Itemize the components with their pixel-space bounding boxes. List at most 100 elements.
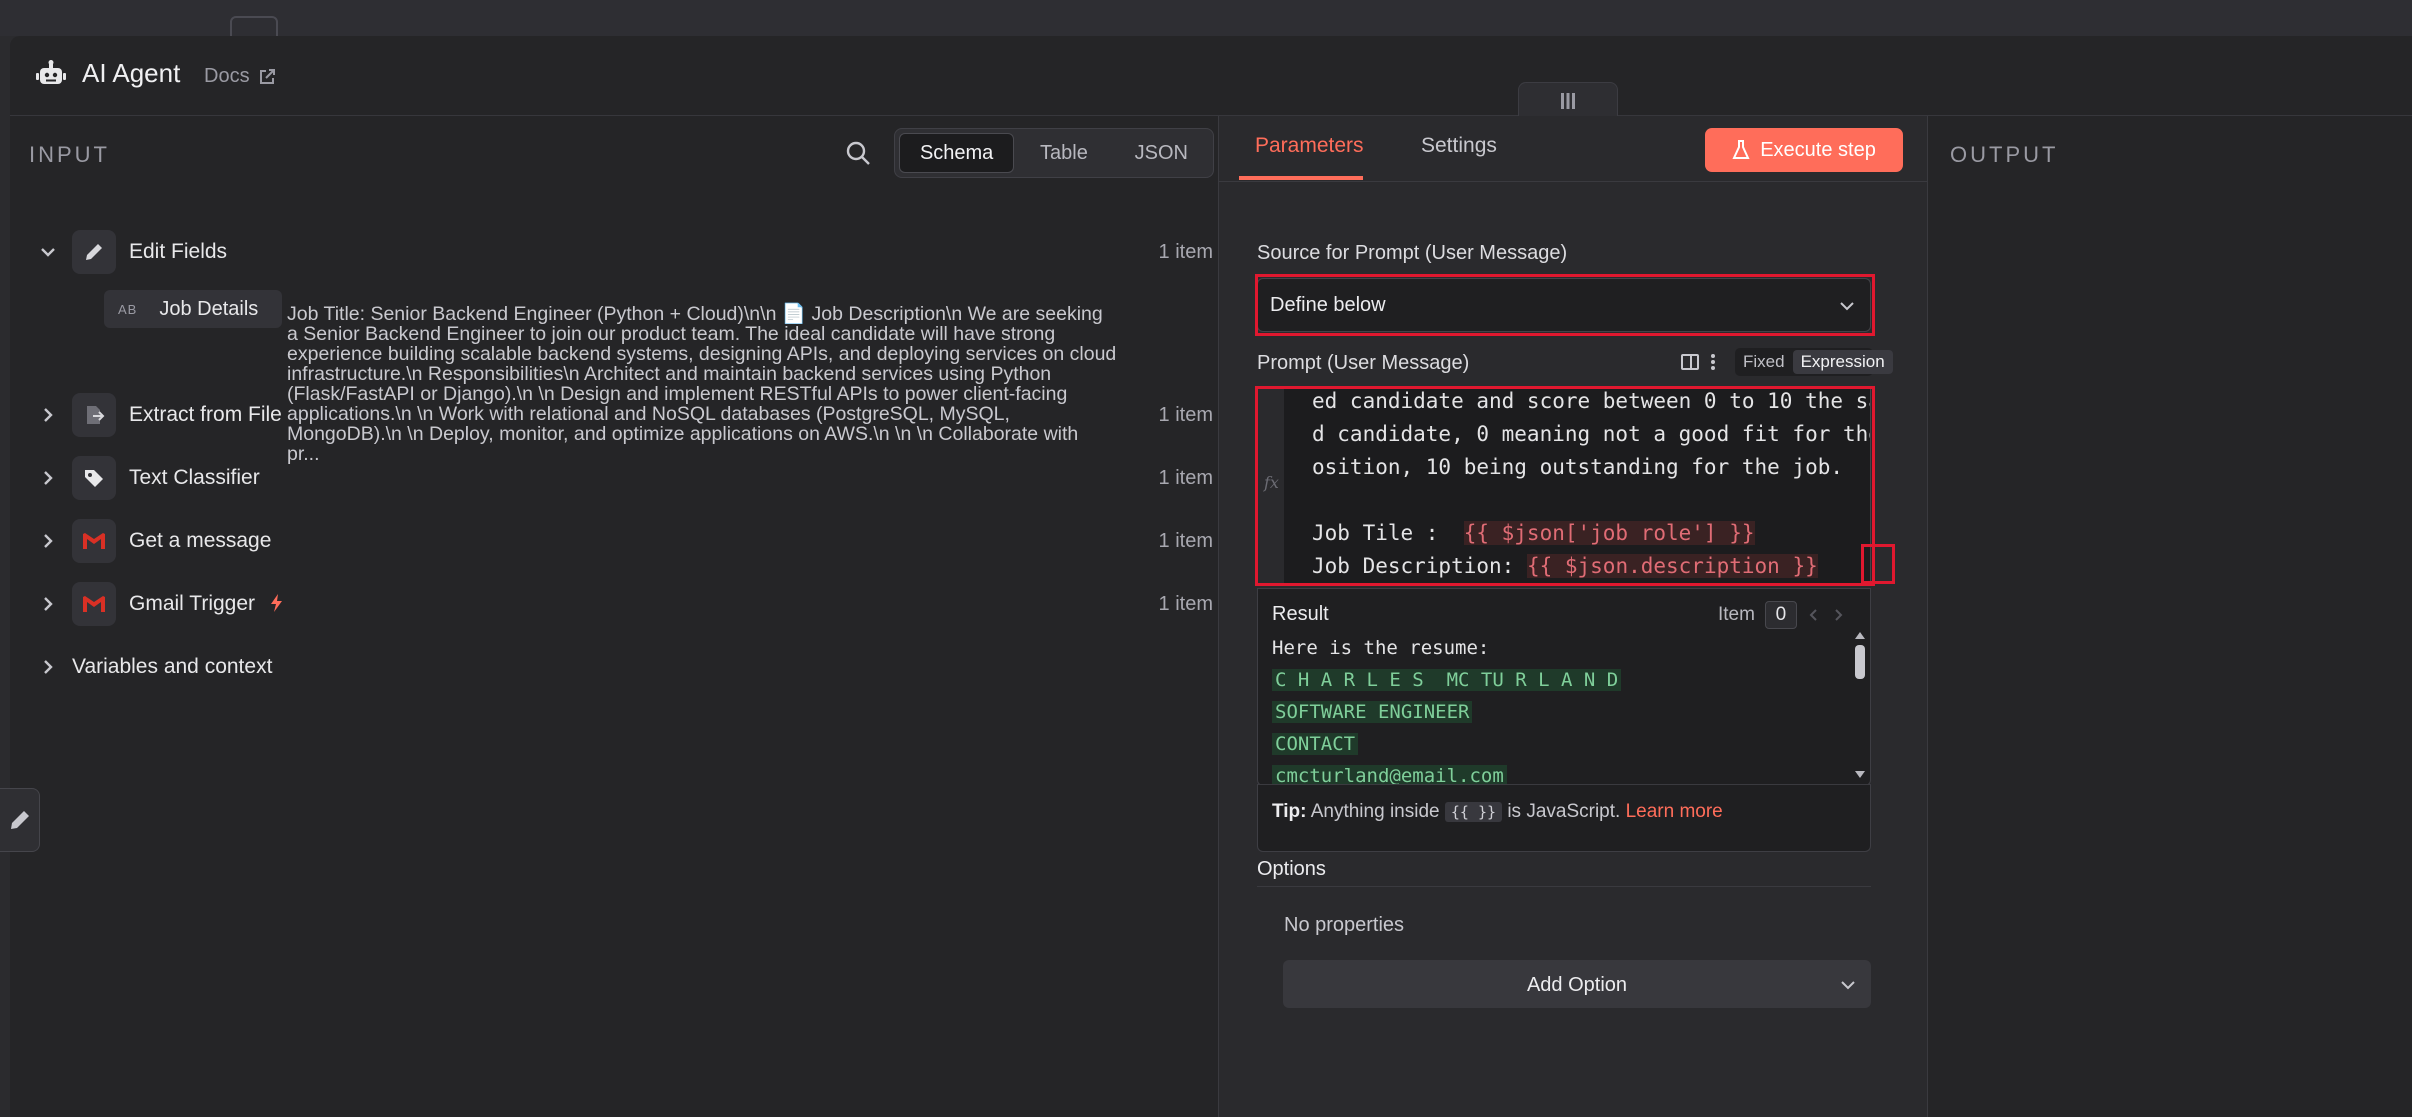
external-link-icon	[259, 68, 275, 84]
chevron-down-icon[interactable]	[38, 242, 58, 262]
result-line: CONTACT	[1272, 733, 1359, 755]
output-panel: OUTPUT	[1928, 116, 2412, 1117]
source-field-label: Source for Prompt (User Message)	[1257, 242, 1568, 264]
node-title[interactable]: AI Agent	[82, 58, 180, 89]
result-line: SOFTWARE ENGINEER	[1272, 701, 1473, 723]
result-line: Here is the resume:	[1272, 637, 1490, 659]
item-count: 1 item	[1158, 466, 1213, 489]
code-line: osition, 10 being outstanding for the jo…	[1312, 455, 1844, 479]
tip-bar: Tip: Anything inside {{ }} is JavaScript…	[1257, 784, 1871, 852]
value-line: experience building scalable backend sys…	[287, 343, 1117, 365]
chevron-right-icon[interactable]	[38, 594, 58, 614]
code-line: Job Tile : {{ $json['job role'] }}	[1312, 521, 1755, 545]
result-scrollbar[interactable]	[1852, 625, 1868, 785]
code-line: d candidate, 0 meaning not a good fit fo…	[1312, 422, 1871, 446]
input-panel-label: INPUT	[29, 142, 110, 167]
item-count: 1 item	[1158, 529, 1213, 552]
execute-step-label: Execute step	[1760, 138, 1876, 161]
add-option-button[interactable]: Add Option	[1283, 960, 1871, 1008]
chevron-left-icon[interactable]	[1807, 607, 1821, 623]
tip-body: Anything inside	[1310, 801, 1440, 822]
docs-link[interactable]: Docs	[204, 65, 276, 88]
active-tab-indicator	[1239, 176, 1363, 180]
chevron-right-icon[interactable]	[38, 531, 58, 551]
value-line: Job Title: Senior Backend Engineer (Pyth…	[287, 303, 1103, 325]
string-type-badge: AB	[118, 301, 138, 317]
tag-icon	[72, 456, 116, 500]
node-label: Get a message	[129, 529, 272, 552]
execute-step-button[interactable]: Execute step	[1705, 128, 1903, 172]
search-icon[interactable]	[844, 139, 872, 167]
code-line: ed candidate and score between 0 to 10 t…	[1312, 389, 1871, 413]
chevron-right-icon[interactable]	[1831, 607, 1845, 623]
options-divider	[1257, 886, 1871, 887]
schema-node-edit-fields[interactable]: Edit Fields 1 item	[10, 227, 1218, 277]
fixed-expression-toggle: Fixed Expression	[1735, 348, 1893, 376]
source-select[interactable]: Define below	[1257, 278, 1871, 332]
chevron-down-icon	[1841, 981, 1855, 990]
panel-drag-handle[interactable]	[1518, 82, 1618, 118]
expression-token: {{ $json['job role'] }}	[1463, 521, 1755, 545]
pencil-icon	[10, 811, 29, 829]
schema-node-extract-from-file[interactable]: Extract from File 1 item	[10, 390, 1218, 440]
tab-parameters[interactable]: Parameters	[1255, 134, 1364, 158]
more-vertical-icon[interactable]	[1709, 352, 1717, 372]
schema-node-variables-and-context[interactable]: Variables and context	[10, 642, 1218, 692]
mode-expression[interactable]: Expression	[1792, 350, 1893, 374]
mode-fixed[interactable]: Fixed	[1735, 352, 1793, 372]
fx-gutter: fx	[1258, 389, 1284, 583]
value-line: a Senior Backend Engineer to join our pr…	[287, 323, 1056, 345]
tab-json[interactable]: JSON	[1114, 133, 1209, 173]
item-count: 1 item	[1158, 240, 1213, 263]
value-line: infrastructure.\n Responsibilities\n Arc…	[287, 363, 1052, 385]
item-count: 1 item	[1158, 592, 1213, 615]
chevron-right-icon[interactable]	[38, 657, 58, 677]
code-text: Job Tile :	[1312, 521, 1464, 545]
add-option-label: Add Option	[1526, 974, 1628, 996]
docs-label: Docs	[204, 65, 250, 87]
tab-schema[interactable]: Schema	[899, 133, 1015, 173]
lightning-bolt-icon	[270, 594, 282, 612]
robot-icon	[36, 60, 66, 84]
edit-side-tab[interactable]	[0, 788, 40, 852]
chevron-right-icon[interactable]	[38, 405, 58, 425]
field-value-preview: Job Title: Senior Backend Engineer (Pyth…	[287, 304, 1215, 464]
tab-settings[interactable]: Settings	[1421, 134, 1497, 158]
split-view-icon[interactable]	[1681, 352, 1699, 372]
tip-text: Tip: Anything inside {{ }} is JavaScript…	[1272, 801, 1723, 823]
options-label: Options	[1257, 858, 1326, 880]
schema-node-text-classifier[interactable]: Text Classifier 1 item	[10, 453, 1218, 503]
source-select-value: Define below	[1270, 294, 1386, 316]
expression-result-panel: Result Item 0 Here is the resume: C H A …	[1257, 588, 1871, 787]
view-mode-toggle: Schema Table JSON	[894, 128, 1214, 178]
schema-node-get-a-message[interactable]: Get a message 1 item	[10, 516, 1218, 566]
node-details-modal: AI Agent Docs INPUT Schema Table JSON Ed…	[10, 36, 2412, 1117]
flask-icon	[1732, 140, 1750, 159]
result-line: C H A R L E S MC TU R L A N D	[1272, 669, 1622, 691]
schema-node-gmail-trigger[interactable]: Gmail Trigger 1 item	[10, 579, 1218, 629]
no-properties-text: No properties	[1284, 914, 1405, 936]
field-job-details[interactable]: AB Job Details	[104, 290, 282, 328]
prompt-field-label: Prompt (User Message)	[1257, 352, 1470, 374]
node-label: Edit Fields	[129, 240, 228, 263]
learn-more-link[interactable]: Learn more	[1626, 801, 1723, 822]
code-text: Job Description:	[1312, 554, 1527, 578]
field-name: Job Details	[159, 297, 259, 320]
modal-header: AI Agent Docs	[10, 36, 2412, 116]
item-label: Item	[1718, 604, 1755, 625]
item-index-input[interactable]: 0	[1764, 601, 1797, 629]
file-export-icon	[72, 393, 116, 437]
chevron-down-icon	[1840, 302, 1854, 311]
input-panel: INPUT Schema Table JSON Edit Fields 1 it…	[10, 116, 1218, 1117]
tip-prefix: Tip:	[1272, 801, 1307, 822]
tab-table[interactable]: Table	[1014, 133, 1113, 173]
gmail-icon	[72, 519, 116, 563]
workflow-canvas-backdrop	[0, 0, 2412, 52]
tip-code: {{ }}	[1444, 802, 1503, 822]
grip-icon	[1561, 92, 1575, 109]
prompt-expression-editor[interactable]: fx ed candidate and score between 0 to 1…	[1257, 388, 1871, 584]
pencil-icon	[72, 230, 116, 274]
node-label: Gmail Trigger	[129, 592, 285, 616]
node-label: Variables and context	[72, 655, 273, 678]
chevron-right-icon[interactable]	[38, 468, 58, 488]
